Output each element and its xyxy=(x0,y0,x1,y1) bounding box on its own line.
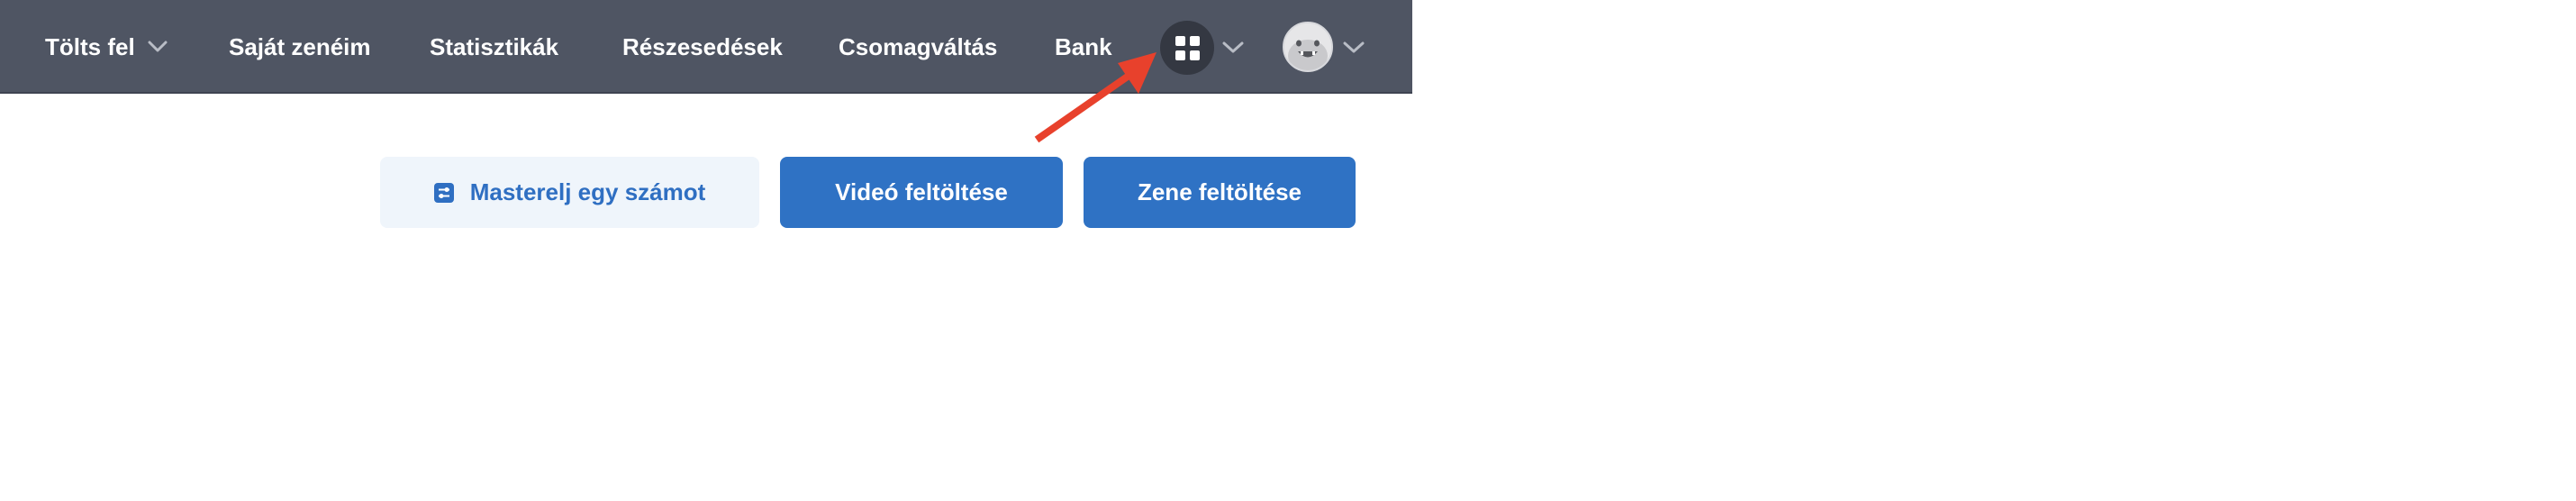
master-track-label: Masterelj egy számot xyxy=(469,178,706,205)
upload-video-button[interactable]: Videó feltöltése xyxy=(780,157,1063,228)
chevron-down-icon[interactable] xyxy=(1222,41,1244,59)
nav-upload-dropdown[interactable]: Tölts fel xyxy=(45,0,168,94)
top-navbar: Tölts fel Saját zenéim Statisztikák Rész… xyxy=(0,0,1412,94)
upload-music-button[interactable]: Zene feltöltése xyxy=(1084,157,1356,228)
nav-plan-change[interactable]: Csomagváltás xyxy=(839,0,997,94)
chevron-down-icon[interactable] xyxy=(1343,41,1365,59)
nav-bank[interactable]: Bank xyxy=(1055,0,1112,94)
nav-statistics[interactable]: Statisztikák xyxy=(430,0,558,94)
avatar-face-icon xyxy=(1284,23,1331,70)
nav-upload-label: Tölts fel xyxy=(45,32,135,60)
grid-icon xyxy=(1175,35,1200,60)
sliders-icon xyxy=(433,182,454,203)
chevron-down-icon xyxy=(148,41,168,53)
avatar[interactable] xyxy=(1283,22,1333,72)
apps-button[interactable] xyxy=(1160,21,1214,75)
nav-shares[interactable]: Részesedések xyxy=(622,0,783,94)
nav-my-music[interactable]: Saját zenéim xyxy=(229,0,371,94)
master-track-button[interactable]: Masterelj egy számot xyxy=(380,157,759,228)
